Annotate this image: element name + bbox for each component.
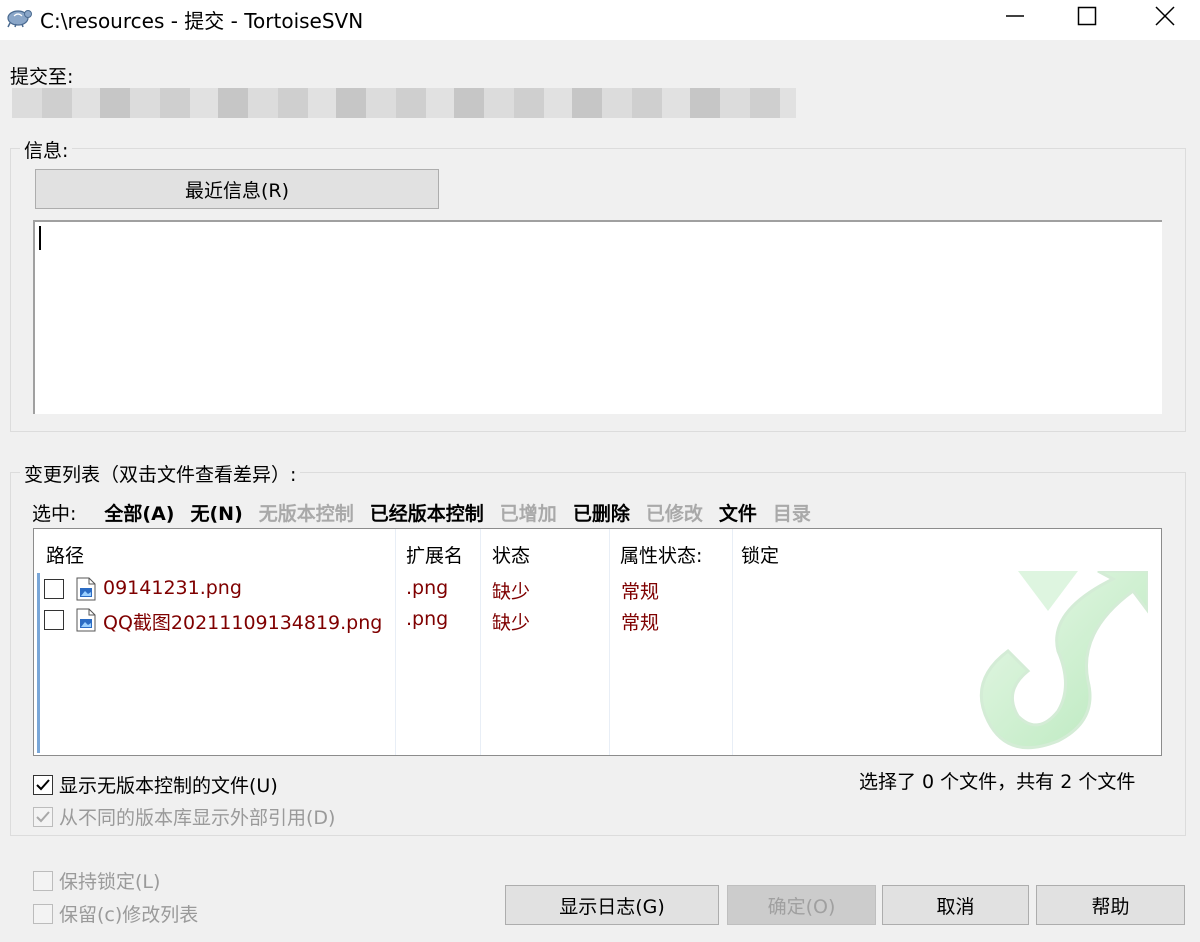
close-icon bbox=[1155, 6, 1175, 26]
column-divider bbox=[395, 529, 396, 755]
keep-locks-label: 保持锁定(L) bbox=[59, 871, 161, 893]
column-divider bbox=[609, 529, 610, 755]
window-title: C:\resources - 提交 - TortoiseSVN bbox=[40, 9, 364, 33]
help-button[interactable]: 帮助 bbox=[1036, 885, 1185, 925]
image-file-icon bbox=[76, 577, 96, 601]
filter-unversioned[interactable]: 无版本控制 bbox=[259, 499, 354, 526]
row-path: 09141231.png bbox=[103, 577, 242, 599]
cancel-button[interactable]: 取消 bbox=[882, 885, 1029, 925]
checkbox-box bbox=[33, 870, 53, 891]
filter-added[interactable]: 已增加 bbox=[500, 499, 557, 526]
show-unversioned-label: 显示无版本控制的文件(U) bbox=[59, 775, 278, 797]
column-header-status[interactable]: 状态 bbox=[492, 541, 530, 568]
check-icon bbox=[36, 810, 50, 822]
row-checkbox[interactable] bbox=[44, 610, 64, 630]
changes-list[interactable]: 路径 扩展名 状态 属性状态: 锁定 09141231.png .png 缺少 … bbox=[33, 528, 1162, 756]
minimize-icon bbox=[1006, 15, 1024, 17]
text-caret bbox=[39, 226, 41, 250]
show-externals-label: 从不同的版本库显示外部引用(D) bbox=[59, 807, 336, 829]
changes-group-title: 变更列表（双击文件查看差异）: bbox=[20, 460, 301, 487]
row-extension: .png bbox=[406, 577, 449, 599]
repository-url-redacted bbox=[12, 88, 796, 118]
column-divider bbox=[480, 529, 481, 755]
row-extension: .png bbox=[406, 608, 449, 630]
show-log-button[interactable]: 显示日志(G) bbox=[505, 885, 719, 925]
column-header-lock[interactable]: 锁定 bbox=[741, 541, 779, 568]
table-row[interactable]: QQ截图20211109134819.png .png 缺少 常规 bbox=[34, 606, 1134, 636]
keep-changelist-label: 保留(c)修改列表 bbox=[59, 904, 199, 926]
ok-button[interactable]: 确定(O) bbox=[727, 885, 876, 925]
maximize-button[interactable] bbox=[1052, 0, 1122, 32]
show-externals-checkbox[interactable]: 从不同的版本库显示外部引用(D) bbox=[33, 803, 335, 830]
selection-filter-bar: 选中: 全部(A) 无(N) 无版本控制 已经版本控制 已增加 已删除 已修改 … bbox=[32, 498, 827, 526]
close-button[interactable] bbox=[1130, 0, 1200, 32]
image-file-icon bbox=[76, 608, 96, 632]
message-group-title: 信息: bbox=[20, 136, 73, 163]
column-header-property-status[interactable]: 属性状态: bbox=[620, 541, 702, 568]
checkbox-box bbox=[33, 903, 53, 924]
filter-none[interactable]: 无(N) bbox=[190, 499, 242, 526]
checkbox-box bbox=[33, 806, 53, 827]
filter-versioned[interactable]: 已经版本控制 bbox=[370, 499, 484, 526]
filter-files[interactable]: 文件 bbox=[719, 499, 757, 526]
keep-locks-checkbox[interactable]: 保持锁定(L) bbox=[33, 867, 160, 894]
filter-modified[interactable]: 已修改 bbox=[646, 499, 703, 526]
row-property-status: 常规 bbox=[621, 612, 660, 634]
table-row[interactable]: 09141231.png .png 缺少 常规 bbox=[34, 575, 1134, 605]
column-header-path[interactable]: 路径 bbox=[46, 541, 84, 568]
row-status: 缺少 bbox=[492, 612, 531, 634]
commit-message-input[interactable] bbox=[33, 220, 1162, 414]
filter-all[interactable]: 全部(A) bbox=[104, 499, 174, 526]
minimize-button[interactable] bbox=[980, 0, 1050, 32]
tortoise-icon bbox=[7, 10, 32, 28]
commit-to-label: 提交至: bbox=[10, 66, 74, 88]
commit-dialog: C:\resources - 提交 - TortoiseSVN 提交至: 信息:… bbox=[0, 0, 1200, 942]
column-divider bbox=[732, 529, 733, 755]
show-unversioned-checkbox[interactable]: 显示无版本控制的文件(U) bbox=[33, 771, 278, 798]
row-property-status: 常规 bbox=[621, 581, 660, 603]
row-path: QQ截图20211109134819.png bbox=[103, 612, 383, 634]
filter-deleted[interactable]: 已删除 bbox=[573, 499, 630, 526]
checkbox-box bbox=[33, 774, 53, 795]
row-checkbox[interactable] bbox=[44, 579, 64, 599]
column-header-extension[interactable]: 扩展名 bbox=[406, 541, 463, 568]
check-icon bbox=[36, 778, 50, 790]
recent-messages-button[interactable]: 最近信息(R) bbox=[35, 169, 439, 209]
maximize-icon bbox=[1077, 6, 1097, 26]
selection-summary: 选择了 0 个文件，共有 2 个文件 bbox=[859, 771, 1136, 793]
select-label: 选中: bbox=[32, 502, 77, 525]
filter-directories[interactable]: 目录 bbox=[773, 499, 811, 526]
keep-changelist-checkbox[interactable]: 保留(c)修改列表 bbox=[33, 900, 198, 927]
row-status: 缺少 bbox=[492, 581, 531, 603]
title-bar: C:\resources - 提交 - TortoiseSVN bbox=[0, 0, 1200, 40]
